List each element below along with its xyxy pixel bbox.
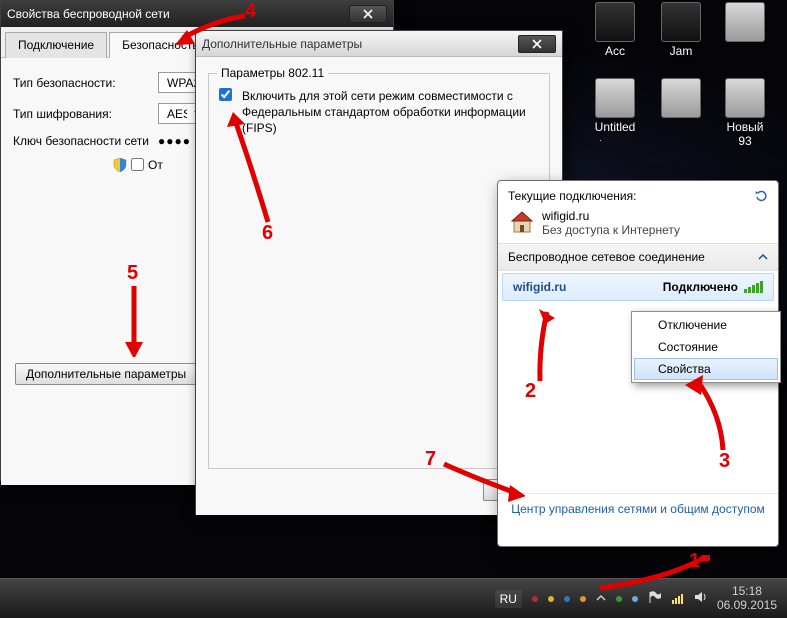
- current-connections-label: Текущие подключения:: [508, 189, 636, 203]
- tab-connection[interactable]: Подключение: [5, 32, 107, 58]
- icon-label: Acc: [605, 44, 625, 58]
- language-indicator[interactable]: RU: [495, 590, 522, 608]
- groupbox-legend: Параметры 802.11: [217, 66, 328, 80]
- window-title: Дополнительные параметры: [202, 37, 362, 51]
- home-icon: [508, 210, 536, 237]
- tray-icon[interactable]: [564, 596, 570, 602]
- signal-bars-icon: [744, 281, 763, 293]
- network-name: wifigid.ru: [513, 280, 566, 294]
- close-button[interactable]: [349, 5, 387, 23]
- network-center-link[interactable]: Центр управления сетями и общим доступом: [498, 493, 778, 524]
- desktop-icon[interactable]: Jam: [657, 2, 705, 58]
- volume-icon[interactable]: [693, 590, 707, 607]
- flyout-header: Текущие подключения: wifigid.ru Без дост…: [498, 181, 778, 244]
- label-enctype: Тип шифрования:: [13, 107, 158, 121]
- titlebar: Дополнительные параметры: [196, 31, 562, 57]
- close-button[interactable]: [518, 35, 556, 53]
- shield-icon: [113, 158, 127, 172]
- chevron-up-icon: [758, 250, 768, 264]
- clock[interactable]: 15:18 06.09.2015: [717, 585, 777, 611]
- annotation-1: 1: [689, 550, 700, 573]
- network-tray-icon[interactable]: [672, 594, 683, 604]
- titlebar: Свойства беспроводной сети: [1, 1, 393, 27]
- desktop-icon[interactable]: [721, 2, 769, 44]
- security-key-field[interactable]: ●●●●: [158, 134, 191, 148]
- tray-icon[interactable]: [548, 596, 554, 602]
- annotation-2: 2: [525, 380, 536, 403]
- no-access-label: Без доступа к Интернету: [542, 223, 680, 237]
- fips-checkbox-input[interactable]: [219, 88, 232, 101]
- annotation-7: 7: [425, 448, 436, 471]
- icon-label: Новый 93: [726, 120, 763, 148]
- ctx-disconnect[interactable]: Отключение: [634, 314, 778, 336]
- tray-up-icon[interactable]: [596, 592, 606, 606]
- connected-label: Подключено: [663, 280, 738, 294]
- taskbar: RU 15:18 06.09.2015: [0, 578, 787, 618]
- time: 15:18: [717, 585, 777, 598]
- advanced-params-button[interactable]: Дополнительные параметры: [15, 363, 197, 385]
- desktop-icon[interactable]: Acc: [591, 2, 639, 58]
- show-chars-checkbox[interactable]: От: [131, 158, 163, 172]
- tray-icon[interactable]: [616, 596, 622, 602]
- annotation-3: 3: [719, 450, 730, 473]
- network-item[interactable]: wifigid.ru Подключено: [502, 273, 774, 301]
- icon-label: Untitled: [595, 120, 636, 134]
- ctx-status[interactable]: Состояние: [634, 336, 778, 358]
- icon-label: Jam: [670, 44, 693, 58]
- annotation-6: 6: [262, 222, 273, 245]
- flag-icon[interactable]: [648, 590, 662, 607]
- desktop-icon[interactable]: Новый 93: [721, 78, 769, 148]
- refresh-icon[interactable]: [754, 189, 768, 206]
- annotation-4: 4: [245, 0, 256, 23]
- label-key: Ключ безопасности сети: [13, 134, 158, 148]
- window-title: Свойства беспроводной сети: [7, 7, 170, 21]
- home-network-name: wifigid.ru: [542, 209, 680, 223]
- fips-checkbox[interactable]: Включить для этой сети режим совместимос…: [219, 88, 539, 137]
- label-sectype: Тип безопасности:: [13, 76, 158, 90]
- annotation-5: 5: [127, 262, 138, 285]
- context-menu: Отключение Состояние Свойства: [631, 311, 781, 383]
- ctx-properties[interactable]: Свойства: [634, 358, 778, 380]
- tray-icon[interactable]: [580, 596, 586, 602]
- fips-label: Включить для этой сети режим совместимос…: [242, 88, 539, 137]
- date: 06.09.2015: [717, 599, 777, 612]
- desktop-icon[interactable]: [657, 78, 705, 120]
- system-tray: RU 15:18 06.09.2015: [485, 579, 787, 618]
- wireless-section-toggle[interactable]: Беспроводное сетевое соединение: [498, 244, 778, 271]
- desktop-icon[interactable]: Untitled: [591, 78, 639, 134]
- tray-icon[interactable]: [532, 596, 538, 602]
- tray-icon[interactable]: [632, 596, 638, 602]
- section-label: Беспроводное сетевое соединение: [508, 250, 705, 264]
- show-chars-label: От: [148, 158, 163, 172]
